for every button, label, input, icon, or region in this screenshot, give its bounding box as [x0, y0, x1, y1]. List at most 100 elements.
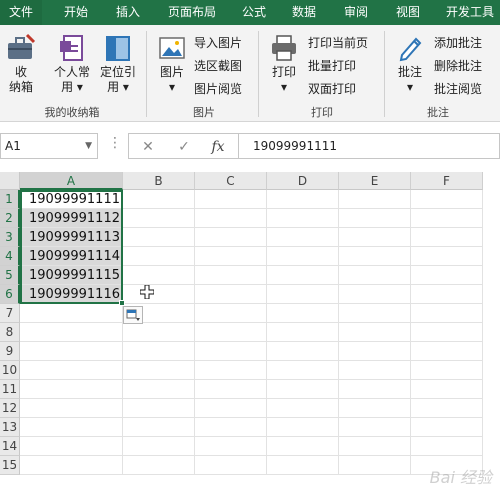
batch-print-button[interactable]: 批量打印	[308, 56, 356, 76]
cell-d13[interactable]	[267, 418, 339, 437]
row-header-1[interactable]: 1	[0, 190, 20, 209]
row-header-8[interactable]: 8	[0, 323, 20, 342]
cell-a8[interactable]	[20, 323, 123, 342]
cell-c8[interactable]	[195, 323, 267, 342]
duplex-print-button[interactable]: 双面打印	[308, 79, 356, 99]
cell-d14[interactable]	[267, 437, 339, 456]
cell-b1[interactable]	[123, 190, 195, 209]
print-current-page-button[interactable]: 打印当前页	[308, 33, 368, 53]
cell-f11[interactable]	[411, 380, 483, 399]
cell-e12[interactable]	[339, 399, 411, 418]
row-header-5[interactable]: 5	[0, 266, 20, 285]
cell-f6[interactable]	[411, 285, 483, 304]
column-header-d[interactable]: D	[267, 172, 339, 190]
column-header-e[interactable]: E	[339, 172, 411, 190]
cell-e4[interactable]	[339, 247, 411, 266]
column-header-b[interactable]: B	[123, 172, 195, 190]
picture-button[interactable]: 图片 ▾	[154, 33, 190, 95]
cell-b3[interactable]	[123, 228, 195, 247]
import-picture-button[interactable]: 导入图片	[194, 33, 242, 53]
tab-review[interactable]: 审阅	[336, 0, 376, 25]
chevron-down-icon[interactable]: ▼	[85, 134, 92, 158]
cell-d4[interactable]	[267, 247, 339, 266]
cell-a2[interactable]: 19099991112	[20, 209, 123, 228]
cell-f5[interactable]	[411, 266, 483, 285]
cell-e9[interactable]	[339, 342, 411, 361]
storage-box-button[interactable]: 收 纳箱	[4, 33, 38, 95]
cell-b13[interactable]	[123, 418, 195, 437]
cell-b15[interactable]	[123, 456, 195, 475]
more-options-icon[interactable]: ⋮	[106, 134, 124, 152]
cell-c6[interactable]	[195, 285, 267, 304]
row-header-11[interactable]: 11	[0, 380, 20, 399]
cell-b12[interactable]	[123, 399, 195, 418]
insert-function-icon[interactable]: fx	[209, 138, 227, 156]
delete-comment-button[interactable]: 删除批注	[434, 56, 482, 76]
range-screenshot-button[interactable]: 选区截图	[194, 56, 242, 76]
browse-comment-button[interactable]: 批注阅览	[434, 79, 482, 99]
row-header-6[interactable]: 6	[0, 285, 20, 304]
cell-f4[interactable]	[411, 247, 483, 266]
cell-b2[interactable]	[123, 209, 195, 228]
cell-a7[interactable]	[20, 304, 123, 323]
cell-c7[interactable]	[195, 304, 267, 323]
cell-d15[interactable]	[267, 456, 339, 475]
tab-insert[interactable]: 插入	[108, 0, 148, 25]
cell-e11[interactable]	[339, 380, 411, 399]
cell-d11[interactable]	[267, 380, 339, 399]
cell-d8[interactable]	[267, 323, 339, 342]
cell-f1[interactable]	[411, 190, 483, 209]
tab-formulas[interactable]: 公式	[234, 0, 274, 25]
cell-d5[interactable]	[267, 266, 339, 285]
cell-c14[interactable]	[195, 437, 267, 456]
row-header-13[interactable]: 13	[0, 418, 20, 437]
cell-c11[interactable]	[195, 380, 267, 399]
name-box[interactable]: A1 ▼	[0, 133, 98, 159]
cell-e7[interactable]	[339, 304, 411, 323]
picture-browse-button[interactable]: 图片阅览	[194, 79, 242, 99]
cell-b9[interactable]	[123, 342, 195, 361]
cell-e13[interactable]	[339, 418, 411, 437]
cell-f3[interactable]	[411, 228, 483, 247]
cell-b8[interactable]	[123, 323, 195, 342]
cell-c10[interactable]	[195, 361, 267, 380]
cell-b4[interactable]	[123, 247, 195, 266]
tab-home[interactable]: 开始	[56, 0, 96, 25]
cell-a14[interactable]	[20, 437, 123, 456]
cell-a3[interactable]: 19099991113	[20, 228, 123, 247]
cell-f12[interactable]	[411, 399, 483, 418]
row-header-12[interactable]: 12	[0, 399, 20, 418]
cell-d3[interactable]	[267, 228, 339, 247]
row-header-14[interactable]: 14	[0, 437, 20, 456]
formula-input[interactable]: 19099991111	[238, 133, 500, 159]
comment-button[interactable]: 批注 ▾	[392, 33, 428, 95]
cell-a1[interactable]: 19099991111	[20, 190, 123, 209]
column-header-c[interactable]: C	[195, 172, 267, 190]
cell-c12[interactable]	[195, 399, 267, 418]
row-header-10[interactable]: 10	[0, 361, 20, 380]
cell-d1[interactable]	[267, 190, 339, 209]
auto-fill-options-icon[interactable]	[123, 306, 143, 324]
row-header-9[interactable]: 9	[0, 342, 20, 361]
cell-e10[interactable]	[339, 361, 411, 380]
cell-f8[interactable]	[411, 323, 483, 342]
cell-d7[interactable]	[267, 304, 339, 323]
tab-file[interactable]: 文件	[0, 0, 42, 25]
personal-frequent-button[interactable]: 个人常 用 ▾	[50, 33, 94, 95]
cell-c2[interactable]	[195, 209, 267, 228]
cancel-icon[interactable]: ✕	[139, 138, 157, 156]
cell-c13[interactable]	[195, 418, 267, 437]
tab-data[interactable]: 数据	[284, 0, 324, 25]
cell-a5[interactable]: 19099991115	[20, 266, 123, 285]
confirm-icon[interactable]: ✓	[175, 138, 193, 156]
tab-developer[interactable]: 开发工具	[440, 0, 500, 25]
row-header-2[interactable]: 2	[0, 209, 20, 228]
cell-e3[interactable]	[339, 228, 411, 247]
column-header-f[interactable]: F	[411, 172, 483, 190]
cell-a11[interactable]	[20, 380, 123, 399]
column-header-a[interactable]: A	[20, 172, 123, 190]
cell-e8[interactable]	[339, 323, 411, 342]
cell-e14[interactable]	[339, 437, 411, 456]
cell-a10[interactable]	[20, 361, 123, 380]
cell-f14[interactable]	[411, 437, 483, 456]
